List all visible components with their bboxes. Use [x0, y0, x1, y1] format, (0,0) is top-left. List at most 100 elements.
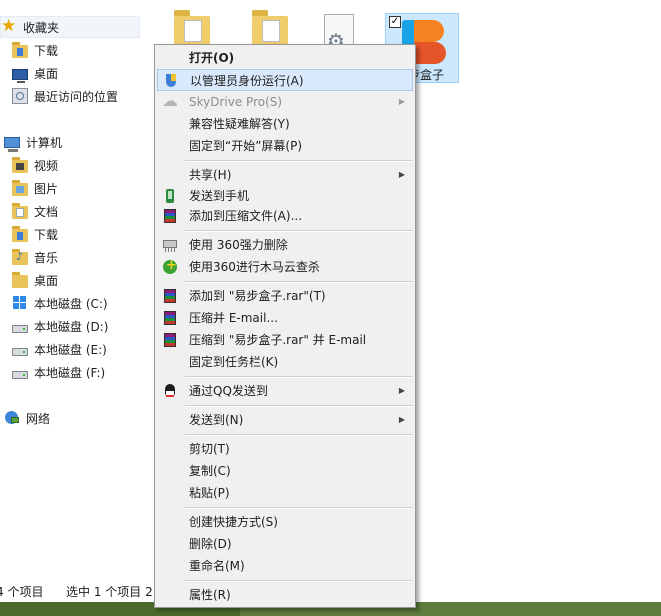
winrar-icon [162, 332, 178, 348]
menu-label: 添加到压缩文件(A)... [189, 209, 303, 223]
menu-separator [185, 434, 413, 436]
menu-label: 属性(R) [189, 588, 231, 602]
menu-label: 兼容性疑难解答(Y) [189, 117, 290, 131]
selection-count: 选中 1 个项目 2 [66, 584, 153, 599]
hard-drive-icon [12, 347, 28, 356]
winrar-icon [162, 288, 178, 304]
menu-separator [185, 405, 413, 407]
menu-item-compress-email[interactable]: 压缩并 E-mail... [157, 307, 413, 329]
file-folder-2[interactable] [252, 10, 288, 46]
menu-item-send-qq[interactable]: 通过QQ发送到 ▶ [157, 380, 413, 402]
menu-item-delete[interactable]: 删除(D) [157, 533, 413, 555]
menu-item-properties[interactable]: 属性(R) [157, 584, 413, 606]
nav-item-videos[interactable]: 视频 [12, 154, 152, 176]
menu-label: 共享(H) [189, 168, 232, 182]
hard-drive-icon [12, 324, 28, 333]
navigation-pane: 收藏夹 下载 桌面 最近访问的位置 计算机 视频 图片 文档 下载 音乐 桌面 [0, 0, 150, 580]
menu-label: 通过QQ发送到 [189, 384, 268, 398]
nav-label: 音乐 [34, 250, 59, 265]
security-360-icon [162, 258, 178, 275]
menu-item-pin-taskbar[interactable]: 固定到任务栏(K) [157, 351, 413, 373]
menu-label: 删除(D) [189, 537, 232, 551]
menu-label: 以管理员身份运行(A) [190, 74, 304, 88]
menu-label: 压缩到 "易步盒子.rar" 并 E-mail [189, 333, 367, 347]
nav-label: 本地磁盘 (F:) [34, 365, 106, 380]
submenu-arrow-icon: ▶ [398, 386, 405, 395]
nav-label: 网络 [26, 411, 51, 426]
menu-label: 添加到 "易步盒子.rar"(T) [189, 289, 326, 303]
nav-label: 本地磁盘 (E:) [34, 342, 107, 357]
menu-label: 剪切(T) [189, 442, 230, 456]
menu-item-compress-rar-email[interactable]: 压缩到 "易步盒子.rar" 并 E-mail [157, 329, 413, 351]
menu-item-run-as-admin[interactable]: 以管理员身份运行(A) [157, 69, 413, 91]
nav-label: 视频 [34, 158, 59, 173]
selection-checkbox[interactable]: ✓ [389, 16, 401, 28]
folder-content-icon [262, 20, 280, 42]
submenu-arrow-icon: ▶ [398, 170, 405, 179]
videos-folder-icon [12, 156, 28, 173]
menu-label: 使用 360强力删除 [189, 238, 288, 252]
menu-separator [185, 580, 413, 582]
menu-label: 打开(O) [189, 51, 235, 65]
phone-icon [162, 188, 178, 204]
documents-folder-icon [12, 202, 28, 219]
nav-drive-e[interactable]: 本地磁盘 (E:) [12, 338, 152, 360]
menu-label: 创建快捷方式(S) [189, 515, 278, 529]
nav-label: 本地磁盘 (C:) [34, 296, 108, 311]
winrar-icon [162, 310, 178, 326]
nav-label: 文档 [34, 204, 59, 219]
cloud-icon [162, 91, 178, 110]
nav-item-downloads[interactable]: 下载 [12, 39, 152, 61]
nav-item-documents[interactable]: 文档 [12, 200, 152, 222]
menu-item-share[interactable]: 共享(H) ▶ [157, 164, 413, 186]
menu-label: 固定到任务栏(K) [189, 355, 279, 369]
shredder-icon [162, 237, 178, 253]
menu-item-skydrive-pro[interactable]: SkyDrive Pro(S) ▶ [157, 91, 413, 113]
music-folder-icon [12, 248, 28, 265]
menu-item-rename[interactable]: 重命名(M) [157, 555, 413, 577]
nav-item-downloads-2[interactable]: 下载 [12, 223, 152, 245]
submenu-arrow-icon: ▶ [398, 97, 405, 106]
nav-label: 下载 [34, 43, 59, 58]
menu-item-add-archive[interactable]: 添加到压缩文件(A)... [157, 205, 413, 227]
menu-item-create-shortcut[interactable]: 创建快捷方式(S) [157, 511, 413, 533]
menu-item-add-rar[interactable]: 添加到 "易步盒子.rar"(T) [157, 285, 413, 307]
nav-item-desktop[interactable]: 桌面 [12, 62, 152, 84]
nav-item-pictures[interactable]: 图片 [12, 177, 152, 199]
nav-drive-f[interactable]: 本地磁盘 (F:) [12, 361, 152, 383]
context-menu: 打开(O) 以管理员身份运行(A) SkyDrive Pro(S) ▶ 兼容性疑… [154, 44, 416, 608]
menu-item-copy[interactable]: 复制(C) [157, 460, 413, 482]
menu-item-360-delete[interactable]: 使用 360强力删除 [157, 234, 413, 256]
network-icon [4, 410, 20, 426]
nav-label: 桌面 [34, 273, 59, 288]
menu-label: 发送到(N) [189, 413, 244, 427]
desktop-icon [12, 68, 28, 83]
menu-separator [185, 281, 413, 283]
nav-favorites[interactable]: 收藏夹 [0, 16, 140, 38]
file-folder-1[interactable] [174, 10, 210, 46]
menu-item-troubleshoot[interactable]: 兼容性疑难解答(Y) [157, 113, 413, 135]
item-count: 4 个项目 [0, 584, 44, 599]
submenu-arrow-icon: ▶ [398, 415, 405, 424]
downloads-folder-icon [12, 41, 28, 58]
menu-item-open[interactable]: 打开(O) [157, 47, 413, 69]
menu-label: 粘贴(P) [189, 486, 230, 500]
nav-drive-d[interactable]: 本地磁盘 (D:) [12, 315, 152, 337]
star-icon [1, 16, 17, 36]
nav-computer[interactable]: 计算机 [4, 131, 144, 153]
computer-icon [4, 137, 20, 152]
nav-network[interactable]: 网络 [4, 407, 144, 429]
menu-item-send-to-phone[interactable]: 发送到手机 [157, 185, 413, 207]
menu-item-send-to[interactable]: 发送到(N) ▶ [157, 409, 413, 431]
menu-item-pin-start[interactable]: 固定到“开始”屏幕(P) [157, 135, 413, 157]
nav-item-desktop-2[interactable]: 桌面 [12, 269, 152, 291]
nav-item-recent[interactable]: 最近访问的位置 [12, 85, 152, 107]
menu-separator [185, 160, 413, 162]
nav-drive-c[interactable]: 本地磁盘 (C:) [12, 292, 152, 314]
menu-item-paste[interactable]: 粘贴(P) [157, 482, 413, 504]
windows-drive-icon [12, 295, 28, 311]
menu-item-360-scan[interactable]: 使用360进行木马云查杀 [157, 256, 413, 278]
menu-item-cut[interactable]: 剪切(T) [157, 438, 413, 460]
recent-places-icon [12, 88, 28, 104]
nav-item-music[interactable]: 音乐 [12, 246, 152, 268]
